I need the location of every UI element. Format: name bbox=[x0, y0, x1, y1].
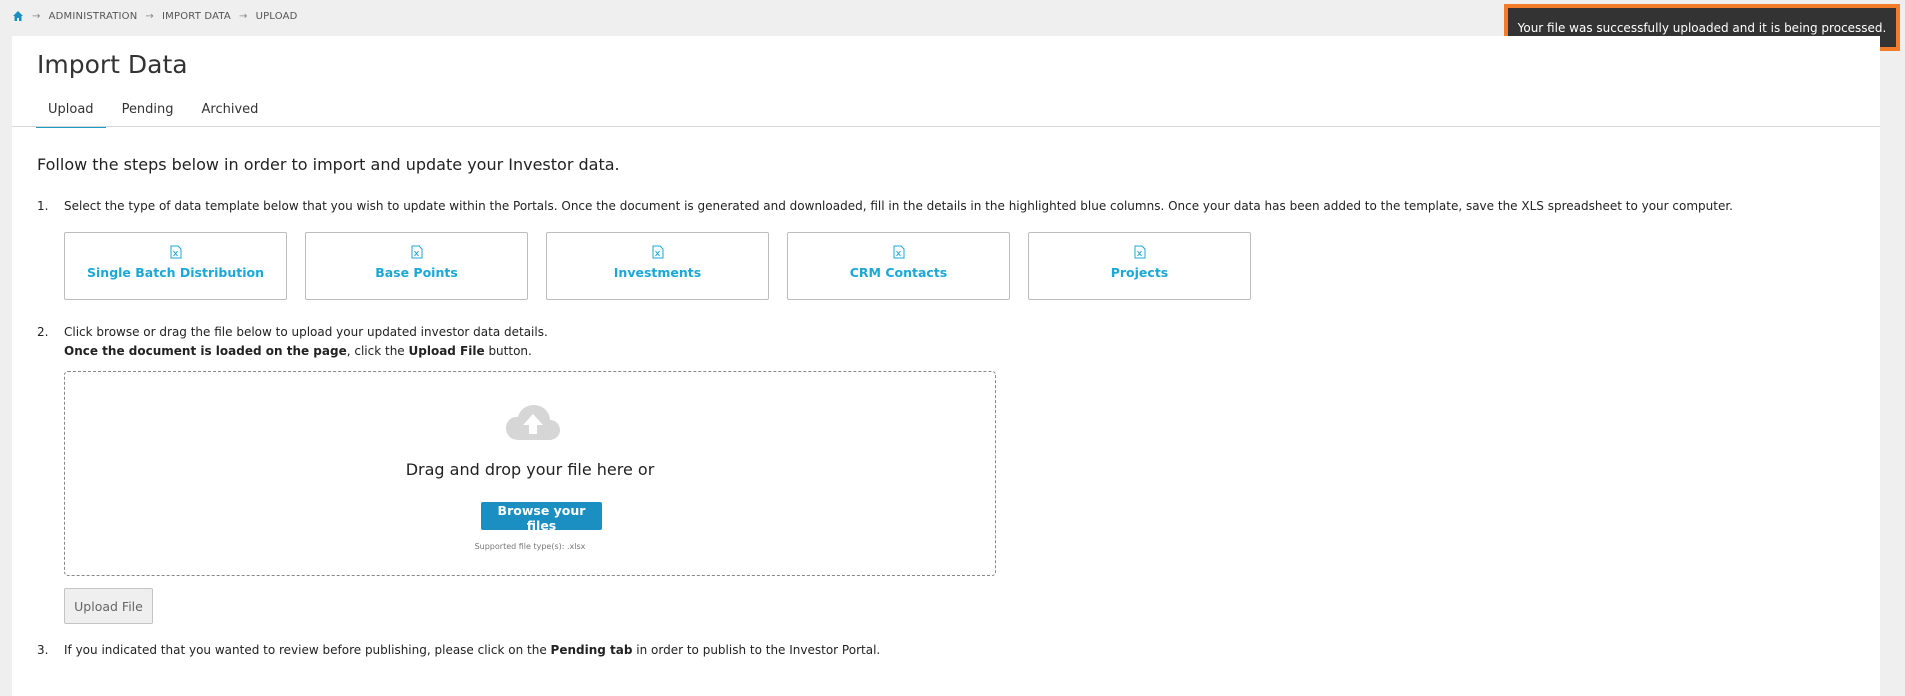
toast-message: Your file was successfully uploaded and … bbox=[1517, 20, 1887, 35]
excel-file-icon bbox=[411, 245, 422, 259]
supported-file-types: Supported file type(s): .xlsx bbox=[474, 542, 586, 551]
step-1: 1. Select the type of data template belo… bbox=[37, 199, 1733, 213]
template-label: Investments bbox=[613, 265, 702, 280]
template-projects[interactable]: Projects bbox=[1028, 232, 1251, 300]
excel-file-icon bbox=[652, 245, 663, 259]
step-2-line-2: Once the document is loaded on the page,… bbox=[64, 342, 548, 361]
template-base-points[interactable]: Base Points bbox=[305, 232, 528, 300]
step-3: 3. If you indicated that you wanted to r… bbox=[37, 643, 880, 657]
tab-archived[interactable]: Archived bbox=[190, 96, 271, 128]
step-2-upload-file-text: Upload File bbox=[408, 344, 485, 358]
breadcrumb-separator-icon: → bbox=[32, 10, 41, 22]
step-3-pending-tab-text: Pending tab bbox=[550, 643, 633, 657]
template-label: Single Batch Distribution bbox=[87, 265, 264, 280]
main-panel: Import Data Upload Pending Archived Foll… bbox=[12, 36, 1880, 696]
breadcrumb-item-upload: UPLOAD bbox=[255, 10, 298, 22]
page-title: Import Data bbox=[37, 50, 188, 79]
step-3-pre-text: If you indicated that you wanted to revi… bbox=[64, 643, 551, 657]
tabs-divider bbox=[12, 126, 1880, 127]
breadcrumb-separator-icon: → bbox=[238, 10, 248, 22]
step-3-post-text: in order to publish to the Investor Port… bbox=[632, 643, 881, 657]
template-label: Projects bbox=[1110, 265, 1169, 280]
step-number: 3. bbox=[37, 643, 49, 657]
step-3-text: If you indicated that you wanted to revi… bbox=[64, 643, 880, 657]
template-list: Single Batch Distribution Base Points In… bbox=[64, 232, 1269, 300]
tab-upload[interactable]: Upload bbox=[36, 96, 106, 128]
intro-text: Follow the steps below in order to impor… bbox=[37, 155, 620, 174]
step-number: 1. bbox=[37, 199, 49, 213]
step-2-mid-text: , click the bbox=[346, 344, 409, 358]
step-number: 2. bbox=[37, 325, 49, 339]
browse-files-button[interactable]: Browse your files bbox=[481, 502, 602, 533]
file-dropzone[interactable]: Drag and drop your file here or Browse y… bbox=[64, 371, 996, 576]
cloud-upload-icon bbox=[506, 405, 560, 440]
breadcrumb-item-administration[interactable]: ADMINISTRATION bbox=[49, 11, 138, 22]
tab-bar: Upload Pending Archived bbox=[36, 96, 274, 128]
template-investments[interactable]: Investments bbox=[546, 232, 769, 300]
template-label: Base Points bbox=[375, 265, 458, 280]
step-2-bold-text: Once the document is loaded on the page bbox=[64, 344, 347, 358]
drag-drop-text: Drag and drop your file here or bbox=[405, 460, 655, 479]
home-icon[interactable] bbox=[12, 10, 24, 22]
breadcrumb: → ADMINISTRATION → IMPORT DATA → UPLOAD bbox=[12, 10, 298, 22]
tab-pending[interactable]: Pending bbox=[110, 96, 186, 128]
step-1-text: Select the type of data template below t… bbox=[64, 199, 1733, 213]
template-single-batch-distribution[interactable]: Single Batch Distribution bbox=[64, 232, 287, 300]
step-2-line-1: Click browse or drag the file below to u… bbox=[64, 325, 548, 339]
excel-file-icon bbox=[893, 245, 904, 259]
template-label: CRM Contacts bbox=[849, 265, 948, 280]
excel-file-icon bbox=[1134, 245, 1145, 259]
excel-file-icon bbox=[170, 245, 181, 259]
breadcrumb-separator-icon: → bbox=[145, 10, 155, 22]
breadcrumb-item-import-data[interactable]: IMPORT DATA bbox=[162, 11, 231, 22]
upload-file-button[interactable]: Upload File bbox=[64, 588, 153, 624]
step-2: 2. Click browse or drag the file below t… bbox=[37, 323, 548, 361]
template-crm-contacts[interactable]: CRM Contacts bbox=[787, 232, 1010, 300]
step-2-end-text: button. bbox=[484, 344, 532, 358]
